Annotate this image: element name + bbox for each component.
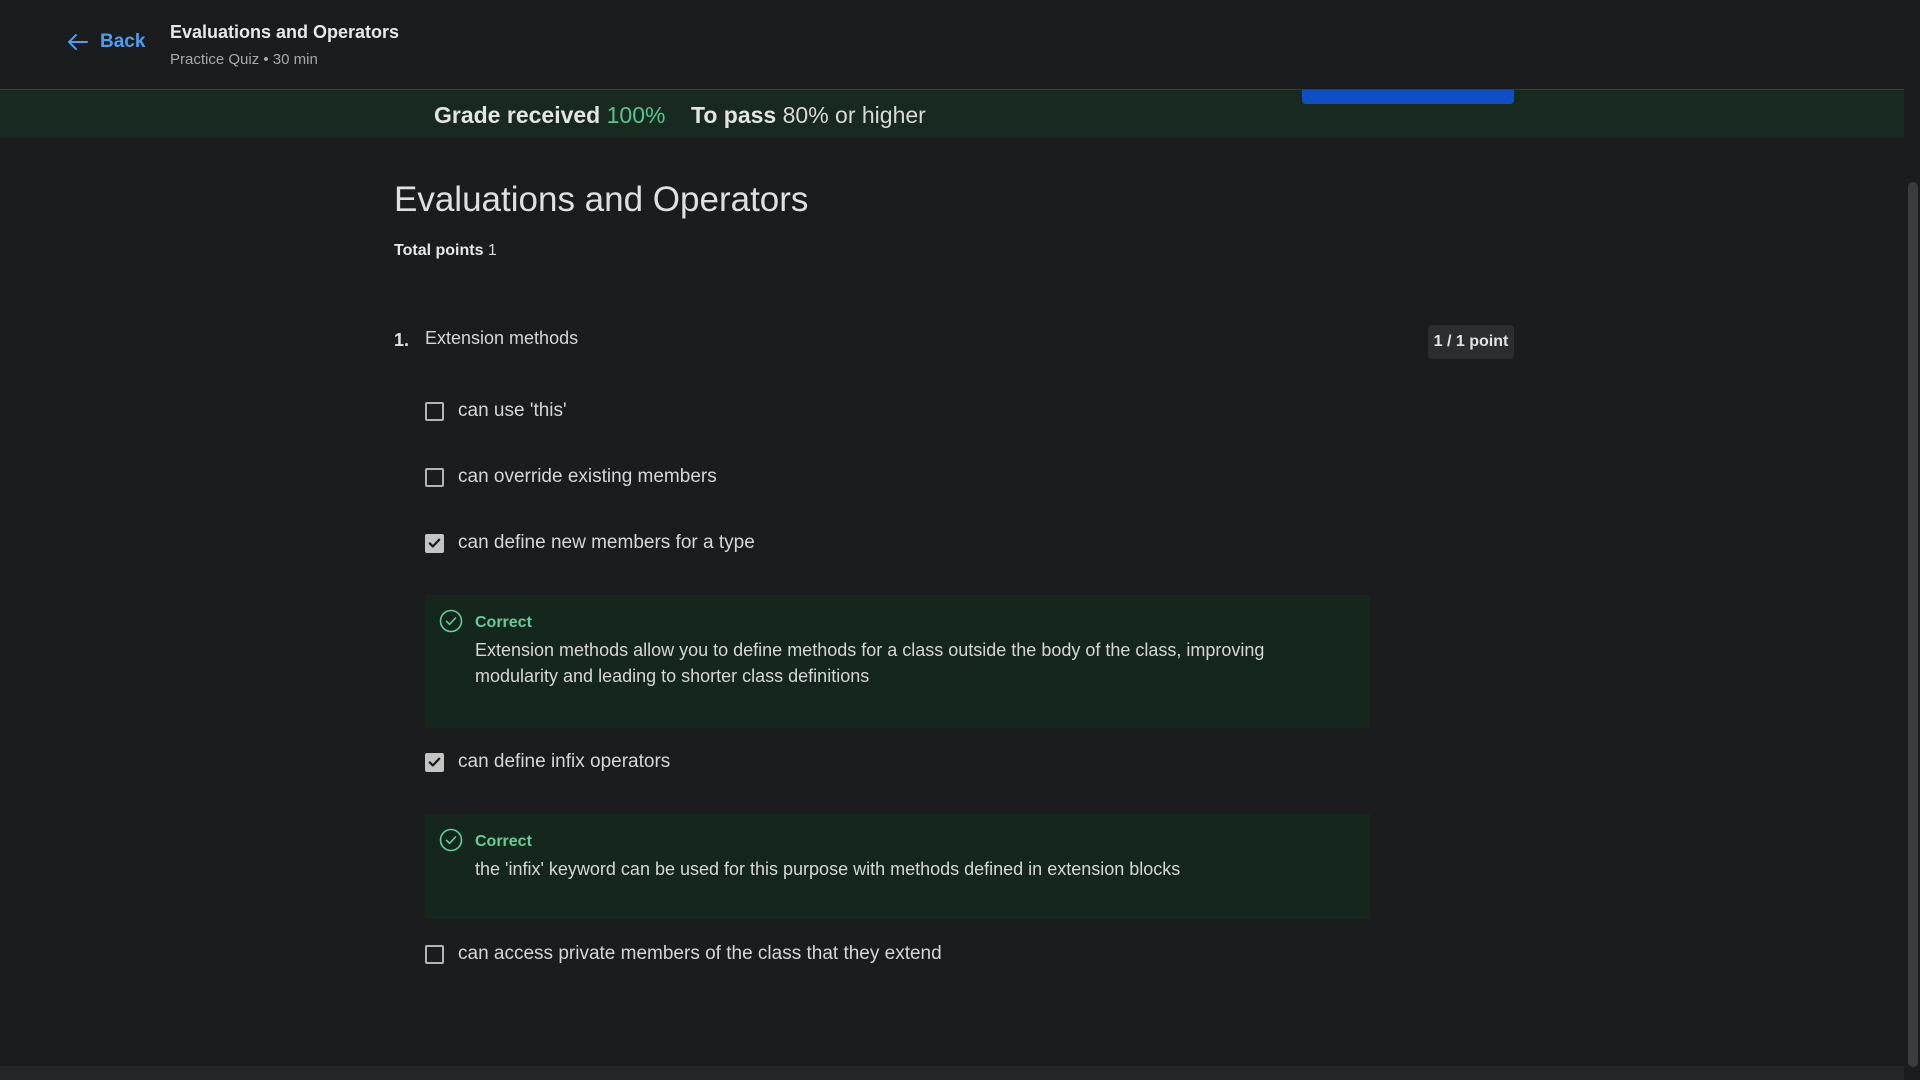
grade-banner: Grade received 100% To pass 80% or highe… (0, 90, 1904, 138)
total-points: Total points 1 (394, 242, 497, 260)
header-title: Evaluations and Operators (170, 22, 400, 42)
answer-option[interactable]: can define infix operators (425, 751, 670, 773)
back-button[interactable]: Back (66, 30, 145, 54)
answer-option[interactable]: can override existing members (425, 466, 717, 488)
bottom-bar (0, 1066, 1904, 1080)
pass-label: To pass (691, 102, 777, 128)
top-header: Back Evaluations and Operators Practice … (0, 0, 1904, 90)
points-badge: 1 / 1 point (1428, 325, 1514, 359)
feedback-title: Correct (475, 614, 532, 631)
scrollbar-thumb[interactable] (1908, 182, 1918, 1067)
checkmark-icon (428, 538, 441, 548)
answer-option[interactable]: can access private members of the class … (425, 943, 942, 965)
total-points-label: Total points (394, 242, 484, 259)
checkbox-checked[interactable] (425, 752, 444, 772)
feedback-title: Correct (475, 833, 532, 850)
header-subtitle: Practice Quiz • 30 min (170, 51, 318, 68)
feedback-correct: Correct the 'infix' keyword can be used … (425, 814, 1370, 919)
question-number: 1. (394, 330, 410, 350)
total-points-value: 1 (487, 242, 497, 259)
grade-received-label: Grade received (434, 102, 601, 128)
quiz-title: Evaluations and Operators (394, 180, 809, 219)
grade-summary: Grade received 100% To pass 80% or highe… (434, 102, 926, 129)
primary-action-button[interactable] (1302, 90, 1514, 104)
scrollbar[interactable] (1904, 0, 1920, 1080)
answer-option-label: can define infix operators (458, 751, 671, 772)
pass-value: 80% or higher (782, 102, 926, 128)
answer-option[interactable]: can use 'this' (425, 400, 567, 422)
check-circle-icon (439, 828, 463, 852)
checkbox[interactable] (425, 944, 444, 964)
feedback-text: the 'infix' keyword can be used for this… (475, 859, 1181, 879)
answer-option[interactable]: can define new members for a type (425, 532, 755, 554)
check-circle-icon (439, 609, 463, 633)
checkbox[interactable] (425, 467, 444, 487)
answer-option-label: can override existing members (458, 466, 717, 487)
back-label: Back (100, 31, 146, 52)
feedback-text: Extension methods allow you to define me… (475, 640, 1265, 686)
checkbox-checked[interactable] (425, 533, 444, 553)
question-text: Extension methods (425, 328, 579, 348)
answer-option-label: can define new members for a type (458, 532, 755, 553)
checkmark-icon (428, 757, 441, 767)
arrow-left-icon (68, 34, 88, 50)
grade-received-value: 100% (606, 102, 666, 128)
feedback-correct: Correct Extension methods allow you to d… (425, 595, 1370, 728)
answer-option-label: can use 'this' (458, 400, 567, 421)
answer-option-label: can access private members of the class … (458, 943, 942, 964)
checkbox[interactable] (425, 401, 444, 421)
